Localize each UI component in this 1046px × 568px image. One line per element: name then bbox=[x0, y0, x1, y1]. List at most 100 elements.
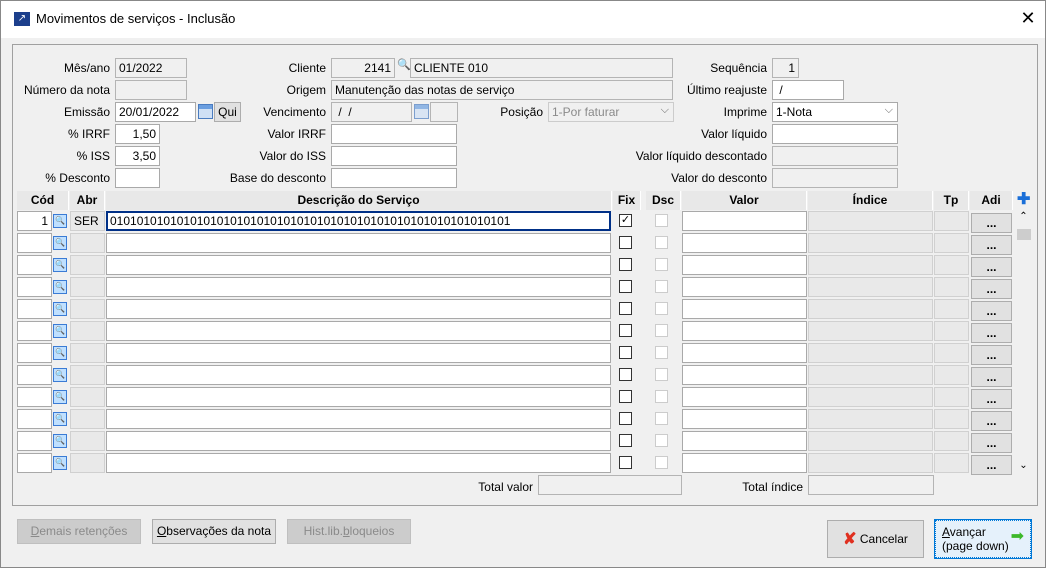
posicao-select[interactable]: 1-Por faturar ⌵ bbox=[548, 102, 674, 122]
search-icon[interactable]: 🔍 bbox=[53, 258, 67, 272]
adi-button[interactable]: ... bbox=[971, 367, 1012, 387]
fix-checkbox[interactable] bbox=[619, 258, 632, 271]
column-header[interactable]: Valor bbox=[682, 191, 807, 210]
demais-retencoes-button[interactable]: Demais retenções bbox=[17, 519, 141, 544]
cod-cell[interactable] bbox=[17, 255, 52, 275]
valor-cell[interactable] bbox=[682, 453, 807, 473]
search-icon[interactable]: 🔍 bbox=[53, 390, 67, 404]
observacoes-nota-button[interactable]: Observações da nota bbox=[152, 519, 276, 544]
desconto-pct-field[interactable] bbox=[115, 168, 160, 188]
valor-cell[interactable] bbox=[682, 431, 807, 451]
fix-checkbox[interactable] bbox=[619, 280, 632, 293]
dsc-checkbox[interactable] bbox=[655, 280, 668, 293]
descricao-cell[interactable] bbox=[106, 233, 611, 253]
search-icon[interactable]: 🔍 bbox=[53, 236, 67, 250]
valor-cell[interactable] bbox=[682, 343, 807, 363]
fix-checkbox[interactable] bbox=[619, 456, 632, 469]
dsc-checkbox[interactable] bbox=[655, 434, 668, 447]
adi-button[interactable]: ... bbox=[971, 433, 1012, 453]
cod-cell[interactable] bbox=[17, 453, 52, 473]
search-icon[interactable]: 🔍 bbox=[53, 280, 67, 294]
dsc-checkbox[interactable] bbox=[655, 368, 668, 381]
add-row-plus-icon[interactable]: ✚ bbox=[1017, 192, 1030, 208]
scroll-down-icon[interactable]: ⌄ bbox=[1016, 460, 1031, 471]
dsc-checkbox[interactable] bbox=[655, 258, 668, 271]
adi-button[interactable]: ... bbox=[971, 389, 1012, 409]
search-icon[interactable]: 🔍 bbox=[53, 412, 67, 426]
search-icon[interactable]: 🔍 bbox=[53, 346, 67, 360]
cod-cell[interactable] bbox=[17, 277, 52, 297]
valor-cell[interactable] bbox=[682, 365, 807, 385]
search-icon[interactable]: 🔍 bbox=[53, 434, 67, 448]
adi-button[interactable]: ... bbox=[971, 279, 1012, 299]
calendar-icon[interactable] bbox=[198, 104, 213, 119]
valor-cell[interactable] bbox=[682, 387, 807, 407]
valor-iss-field[interactable] bbox=[331, 146, 457, 166]
descricao-cell[interactable] bbox=[106, 299, 611, 319]
adi-button[interactable]: ... bbox=[971, 301, 1012, 321]
valor-liquido-field[interactable] bbox=[772, 124, 898, 144]
fix-checkbox[interactable] bbox=[619, 236, 632, 249]
valor-cell[interactable] bbox=[682, 409, 807, 429]
descricao-cell[interactable] bbox=[106, 431, 611, 451]
descricao-cell[interactable] bbox=[106, 255, 611, 275]
search-icon[interactable]: 🔍 bbox=[53, 324, 67, 338]
numero-nota-field[interactable] bbox=[115, 80, 187, 100]
adi-button[interactable]: ... bbox=[971, 213, 1012, 233]
adi-button[interactable]: ... bbox=[971, 257, 1012, 277]
hist-lib-bloqueios-button[interactable]: Hist.lib.bloqueios bbox=[287, 519, 411, 544]
fix-checkbox[interactable] bbox=[619, 346, 632, 359]
calendar-icon[interactable] bbox=[414, 104, 429, 119]
valor-cell[interactable] bbox=[682, 211, 807, 231]
dsc-checkbox[interactable] bbox=[655, 346, 668, 359]
descricao-cell[interactable] bbox=[106, 321, 611, 341]
fix-checkbox[interactable] bbox=[619, 412, 632, 425]
descricao-cell[interactable] bbox=[106, 343, 611, 363]
fix-checkbox[interactable] bbox=[619, 434, 632, 447]
valor-irrf-field[interactable] bbox=[331, 124, 457, 144]
base-desconto-field[interactable] bbox=[331, 168, 457, 188]
column-header[interactable]: Adi bbox=[970, 191, 1013, 210]
column-header[interactable]: Fix bbox=[613, 191, 641, 210]
descricao-cell[interactable] bbox=[106, 365, 611, 385]
cod-cell[interactable] bbox=[17, 387, 52, 407]
valor-cell[interactable] bbox=[682, 277, 807, 297]
column-header[interactable]: Cód bbox=[17, 191, 69, 210]
vencimento-field[interactable]: / / bbox=[331, 102, 412, 122]
dsc-checkbox[interactable] bbox=[655, 412, 668, 425]
cod-cell[interactable] bbox=[17, 409, 52, 429]
fix-checkbox[interactable] bbox=[619, 368, 632, 381]
descricao-cell[interactable] bbox=[106, 453, 611, 473]
irrf-pct-field[interactable]: 1,50 bbox=[115, 124, 160, 144]
cancelar-button[interactable]: ✘ Cancelar bbox=[827, 520, 924, 558]
search-icon[interactable]: 🔍 bbox=[53, 214, 67, 228]
descricao-cell[interactable] bbox=[106, 387, 611, 407]
column-header[interactable]: Dsc bbox=[646, 191, 681, 210]
adi-button[interactable]: ... bbox=[971, 235, 1012, 255]
scroll-thumb[interactable] bbox=[1017, 229, 1031, 240]
adi-button[interactable]: ... bbox=[971, 345, 1012, 365]
cod-cell[interactable] bbox=[17, 321, 52, 341]
valor-cell[interactable] bbox=[682, 321, 807, 341]
fix-checkbox[interactable] bbox=[619, 302, 632, 315]
column-header[interactable]: Tp bbox=[934, 191, 969, 210]
dsc-checkbox[interactable] bbox=[655, 302, 668, 315]
avancar-button[interactable]: Avançar (page down) ➡ bbox=[934, 519, 1032, 559]
fix-checkbox[interactable]: ✓ bbox=[619, 214, 632, 227]
fix-checkbox[interactable] bbox=[619, 324, 632, 337]
iss-pct-field[interactable]: 3,50 bbox=[115, 146, 160, 166]
grid-scrollbar[interactable]: ⌃ ⌄ bbox=[1016, 211, 1031, 475]
search-icon[interactable]: 🔍 bbox=[53, 456, 67, 470]
valor-cell[interactable] bbox=[682, 255, 807, 275]
descricao-cell[interactable]: 0101010101010101010101010101010101010101… bbox=[106, 211, 611, 231]
scroll-up-icon[interactable]: ⌃ bbox=[1016, 211, 1031, 222]
mes-ano-field[interactable]: 01/2022 bbox=[115, 58, 187, 78]
dsc-checkbox[interactable] bbox=[655, 324, 668, 337]
cod-cell[interactable] bbox=[17, 365, 52, 385]
cod-cell[interactable] bbox=[17, 233, 52, 253]
search-icon[interactable]: 🔍 bbox=[53, 368, 67, 382]
search-icon[interactable]: 🔍 bbox=[53, 302, 67, 316]
column-header[interactable]: Índice bbox=[808, 191, 933, 210]
valor-cell[interactable] bbox=[682, 233, 807, 253]
dsc-checkbox[interactable] bbox=[655, 456, 668, 469]
